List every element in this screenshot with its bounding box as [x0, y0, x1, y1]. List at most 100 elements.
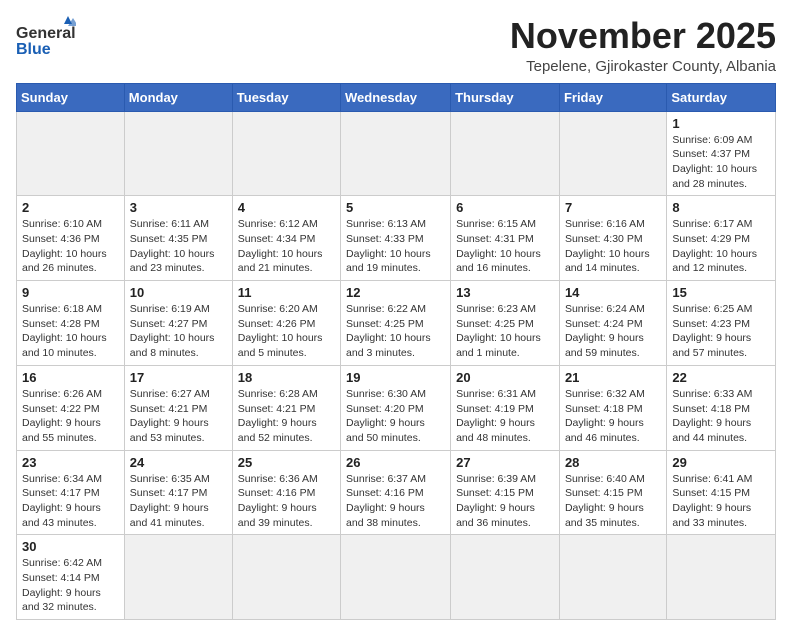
day-info: Sunrise: 6:41 AM Sunset: 4:15 PM Dayligh… [672, 472, 770, 531]
day-number: 21 [565, 370, 661, 385]
day-of-week-header: Tuesday [232, 83, 340, 111]
day-of-week-header: Friday [559, 83, 666, 111]
calendar-week-row: 1 Sunrise: 6:09 AM Sunset: 4:37 PM Daylig… [17, 111, 776, 196]
calendar-day-cell: 26Sunrise: 6:37 AM Sunset: 4:16 PM Dayli… [341, 450, 451, 535]
day-number: 22 [672, 370, 770, 385]
calendar-week-row: 30Sunrise: 6:42 AM Sunset: 4:14 PM Dayli… [17, 535, 776, 620]
calendar-header-row: SundayMondayTuesdayWednesdayThursdayFrid… [17, 83, 776, 111]
day-number: 26 [346, 455, 445, 470]
day-info: Sunrise: 6:18 AM Sunset: 4:28 PM Dayligh… [22, 302, 119, 361]
calendar-day-cell [341, 535, 451, 620]
day-info: Sunrise: 6:34 AM Sunset: 4:17 PM Dayligh… [22, 472, 119, 531]
calendar-week-row: 2 Sunrise: 6:10 AM Sunset: 4:36 PM Daylig… [17, 196, 776, 281]
calendar-day-cell: 10 Sunrise: 6:19 AM Sunset: 4:27 PM Dayli… [124, 281, 232, 366]
day-number: 5 [346, 200, 445, 215]
day-info: Sunrise: 6:13 AM Sunset: 4:33 PM Dayligh… [346, 217, 445, 276]
svg-text:General: General [16, 25, 76, 42]
day-number: 11 [238, 285, 335, 300]
day-number: 18 [238, 370, 335, 385]
day-info: Sunrise: 6:19 AM Sunset: 4:27 PM Dayligh… [130, 302, 227, 361]
calendar-day-cell: 5 Sunrise: 6:13 AM Sunset: 4:33 PM Daylig… [341, 196, 451, 281]
day-number: 15 [672, 285, 770, 300]
calendar-day-cell: 18Sunrise: 6:28 AM Sunset: 4:21 PM Dayli… [232, 365, 340, 450]
calendar-day-cell: 22 Sunrise: 6:33 AM Sunset: 4:18 PM Dayli… [667, 365, 776, 450]
calendar-week-row: 9 Sunrise: 6:18 AM Sunset: 4:28 PM Daylig… [17, 281, 776, 366]
calendar-day-cell [667, 535, 776, 620]
calendar-day-cell [124, 111, 232, 196]
day-info: Sunrise: 6:39 AM Sunset: 4:15 PM Dayligh… [456, 472, 554, 531]
calendar-day-cell: 11 Sunrise: 6:20 AM Sunset: 4:26 PM Dayli… [232, 281, 340, 366]
calendar-day-cell: 2 Sunrise: 6:10 AM Sunset: 4:36 PM Daylig… [17, 196, 125, 281]
day-info: Sunrise: 6:23 AM Sunset: 4:25 PM Dayligh… [456, 302, 554, 361]
day-number: 20 [456, 370, 554, 385]
calendar-day-cell: 4 Sunrise: 6:12 AM Sunset: 4:34 PM Daylig… [232, 196, 340, 281]
day-number: 6 [456, 200, 554, 215]
day-number: 23 [22, 455, 119, 470]
calendar-day-cell: 19 Sunrise: 6:30 AM Sunset: 4:20 PM Dayli… [341, 365, 451, 450]
day-number: 10 [130, 285, 227, 300]
day-of-week-header: Saturday [667, 83, 776, 111]
logo: General Blue [16, 16, 76, 61]
title-area: November 2025 Tepelene, Gjirokaster Coun… [510, 16, 776, 75]
page-header: General Blue November 2025 Tepelene, Gji… [16, 16, 776, 75]
calendar-day-cell [232, 111, 340, 196]
day-info: Sunrise: 6:11 AM Sunset: 4:35 PM Dayligh… [130, 217, 227, 276]
day-info: Sunrise: 6:26 AM Sunset: 4:22 PM Dayligh… [22, 387, 119, 446]
calendar-day-cell: 16 Sunrise: 6:26 AM Sunset: 4:22 PM Dayli… [17, 365, 125, 450]
calendar-day-cell [559, 535, 666, 620]
day-info: Sunrise: 6:36 AM Sunset: 4:16 PM Dayligh… [238, 472, 335, 531]
calendar-day-cell [232, 535, 340, 620]
calendar-day-cell: 3Sunrise: 6:11 AM Sunset: 4:35 PM Daylig… [124, 196, 232, 281]
day-info: Sunrise: 6:16 AM Sunset: 4:30 PM Dayligh… [565, 217, 661, 276]
day-info: Sunrise: 6:33 AM Sunset: 4:18 PM Dayligh… [672, 387, 770, 446]
calendar-day-cell: 25Sunrise: 6:36 AM Sunset: 4:16 PM Dayli… [232, 450, 340, 535]
calendar-table: SundayMondayTuesdayWednesdayThursdayFrid… [16, 83, 776, 621]
calendar-day-cell: 15Sunrise: 6:25 AM Sunset: 4:23 PM Dayli… [667, 281, 776, 366]
day-info: Sunrise: 6:12 AM Sunset: 4:34 PM Dayligh… [238, 217, 335, 276]
day-number: 14 [565, 285, 661, 300]
logo-icon: General Blue [16, 16, 76, 61]
calendar-day-cell [341, 111, 451, 196]
day-info: Sunrise: 6:17 AM Sunset: 4:29 PM Dayligh… [672, 217, 770, 276]
day-number: 29 [672, 455, 770, 470]
calendar-day-cell: 12 Sunrise: 6:22 AM Sunset: 4:25 PM Dayli… [341, 281, 451, 366]
calendar-day-cell: 8 Sunrise: 6:17 AM Sunset: 4:29 PM Daylig… [667, 196, 776, 281]
day-info: Sunrise: 6:35 AM Sunset: 4:17 PM Dayligh… [130, 472, 227, 531]
day-info: Sunrise: 6:40 AM Sunset: 4:15 PM Dayligh… [565, 472, 661, 531]
day-number: 8 [672, 200, 770, 215]
day-number: 9 [22, 285, 119, 300]
calendar-day-cell: 30Sunrise: 6:42 AM Sunset: 4:14 PM Dayli… [17, 535, 125, 620]
calendar-day-cell: 7Sunrise: 6:16 AM Sunset: 4:30 PM Daylig… [559, 196, 666, 281]
calendar-day-cell: 1 Sunrise: 6:09 AM Sunset: 4:37 PM Daylig… [667, 111, 776, 196]
day-info: Sunrise: 6:20 AM Sunset: 4:26 PM Dayligh… [238, 302, 335, 361]
calendar-day-cell [17, 111, 125, 196]
day-info: Sunrise: 6:09 AM Sunset: 4:37 PM Dayligh… [672, 133, 770, 192]
day-number: 16 [22, 370, 119, 385]
day-of-week-header: Sunday [17, 83, 125, 111]
day-number: 19 [346, 370, 445, 385]
day-info: Sunrise: 6:15 AM Sunset: 4:31 PM Dayligh… [456, 217, 554, 276]
day-number: 12 [346, 285, 445, 300]
day-number: 24 [130, 455, 227, 470]
day-info: Sunrise: 6:30 AM Sunset: 4:20 PM Dayligh… [346, 387, 445, 446]
day-number: 2 [22, 200, 119, 215]
calendar-day-cell: 13Sunrise: 6:23 AM Sunset: 4:25 PM Dayli… [451, 281, 560, 366]
calendar-day-cell: 24 Sunrise: 6:35 AM Sunset: 4:17 PM Dayli… [124, 450, 232, 535]
calendar-subtitle: Tepelene, Gjirokaster County, Albania [510, 58, 776, 75]
day-info: Sunrise: 6:42 AM Sunset: 4:14 PM Dayligh… [22, 556, 119, 615]
day-info: Sunrise: 6:22 AM Sunset: 4:25 PM Dayligh… [346, 302, 445, 361]
day-info: Sunrise: 6:24 AM Sunset: 4:24 PM Dayligh… [565, 302, 661, 361]
calendar-title: November 2025 [510, 16, 776, 56]
calendar-day-cell: 23 Sunrise: 6:34 AM Sunset: 4:17 PM Dayli… [17, 450, 125, 535]
calendar-day-cell [124, 535, 232, 620]
day-info: Sunrise: 6:10 AM Sunset: 4:36 PM Dayligh… [22, 217, 119, 276]
day-number: 27 [456, 455, 554, 470]
calendar-day-cell: 20Sunrise: 6:31 AM Sunset: 4:19 PM Dayli… [451, 365, 560, 450]
svg-text:Blue: Blue [16, 41, 51, 58]
calendar-day-cell: 29 Sunrise: 6:41 AM Sunset: 4:15 PM Dayli… [667, 450, 776, 535]
day-number: 4 [238, 200, 335, 215]
calendar-day-cell [451, 535, 560, 620]
day-number: 1 [672, 116, 770, 131]
day-of-week-header: Wednesday [341, 83, 451, 111]
calendar-day-cell: 28Sunrise: 6:40 AM Sunset: 4:15 PM Dayli… [559, 450, 666, 535]
